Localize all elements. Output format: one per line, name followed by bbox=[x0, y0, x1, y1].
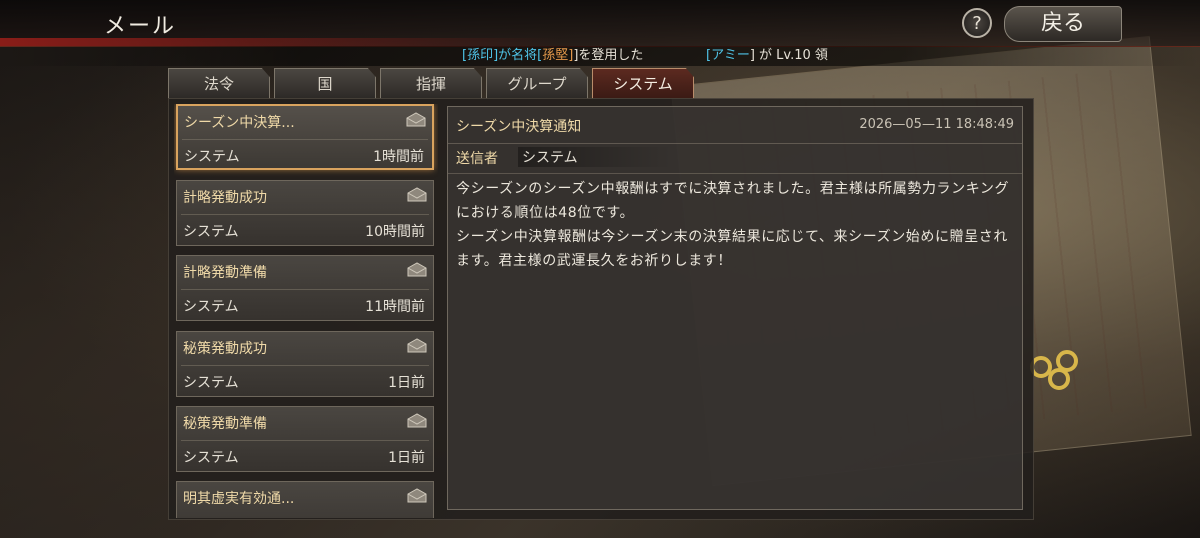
mail-sender: システム bbox=[183, 375, 239, 391]
mail-divider bbox=[181, 365, 429, 366]
mail-detail-date: 2026—05—11 18:48:49 bbox=[859, 117, 1014, 132]
sender-value: システム bbox=[518, 147, 672, 167]
mail-subject: シーズン中決算... bbox=[184, 115, 295, 131]
mail-subject: 明其虚実有効通... bbox=[183, 491, 295, 507]
mail-divider bbox=[181, 440, 429, 441]
mail-sender: システム bbox=[183, 299, 239, 315]
envelope-icon bbox=[407, 413, 427, 428]
tab-system[interactable]: システム bbox=[592, 68, 694, 99]
mail-time: 1日前 bbox=[388, 450, 425, 466]
envelope-icon bbox=[407, 488, 427, 503]
mail-subject: 秘策発動準備 bbox=[183, 416, 267, 432]
mail-time: 1日前 bbox=[388, 375, 425, 391]
tab-command[interactable]: 指揮 bbox=[380, 68, 482, 99]
mail-time: 11時間前 bbox=[365, 299, 425, 315]
page-title: メール bbox=[104, 14, 177, 39]
mail-item-5[interactable]: 秘策発動準備 システム 1日前 bbox=[176, 406, 434, 472]
mail-time: 1時間前 bbox=[373, 149, 424, 165]
sender-label: 送信者 bbox=[456, 151, 498, 167]
mail-subject: 秘策発動成功 bbox=[183, 341, 267, 357]
back-button[interactable]: 戻る bbox=[1004, 6, 1122, 42]
mail-divider bbox=[181, 289, 429, 290]
mail-sender: システム bbox=[183, 224, 239, 240]
mail-sender: システム bbox=[183, 450, 239, 466]
envelope-icon bbox=[407, 338, 427, 353]
news-ticker: [孫印]が名将[孫堅]]を登用した [アミー] が Lv.10 領 bbox=[0, 46, 1200, 66]
mail-detail-header: シーズン中決算通知 2026—05—11 18:48:49 bbox=[448, 107, 1022, 144]
mail-item-4[interactable]: 秘策発動成功 システム 1日前 bbox=[176, 331, 434, 397]
mail-detail-title: シーズン中決算通知 bbox=[456, 119, 582, 135]
mail-body-paragraph-1: 今シーズンのシーズン中報酬はすでに決算されました。君主様は所属勢力ランキングにお… bbox=[456, 181, 1010, 221]
mail-item-3[interactable]: 計略発動準備 システム 11時間前 bbox=[176, 255, 434, 321]
mail-body-paragraph-2: シーズン中決算報酬は今シーズン末の決算結果に応じて、来シーズン始めに贈呈されます… bbox=[456, 229, 1008, 269]
mail-sender: システム bbox=[184, 149, 240, 165]
background-coins bbox=[1030, 350, 1090, 400]
mail-divider bbox=[182, 139, 428, 140]
envelope-icon bbox=[407, 262, 427, 277]
ticker-message-2: [アミー] が Lv.10 領 bbox=[706, 48, 828, 63]
top-bar: メール ? 戻る bbox=[0, 0, 1200, 47]
top-bar-glow bbox=[0, 38, 560, 46]
mail-detail-body: 今シーズンのシーズン中報酬はすでに決算されました。君主様は所属勢力ランキングにお… bbox=[456, 177, 1016, 273]
tab-group[interactable]: グループ bbox=[486, 68, 588, 99]
mail-subject: 計略発動準備 bbox=[183, 265, 267, 281]
ticker-message-1: [孫印]が名将[孫堅]]を登用した bbox=[462, 48, 644, 63]
mail-subject: 計略発動成功 bbox=[183, 190, 267, 206]
mail-list[interactable]: シーズン中決算... システム 1時間前 計略発動成功 システム 10時間前 計… bbox=[174, 104, 438, 518]
mail-divider bbox=[181, 214, 429, 215]
tab-law[interactable]: 法令 bbox=[168, 68, 270, 99]
mail-detail-divider bbox=[448, 173, 1022, 174]
envelope-icon bbox=[406, 112, 426, 127]
help-button[interactable]: ? bbox=[962, 8, 992, 38]
mail-item-1[interactable]: シーズン中決算... システム 1時間前 bbox=[176, 104, 434, 170]
envelope-icon bbox=[407, 187, 427, 202]
tab-country[interactable]: 国 bbox=[274, 68, 376, 99]
mail-detail: シーズン中決算通知 2026—05—11 18:48:49 送信者 システム 今… bbox=[447, 106, 1023, 510]
mail-time: 10時間前 bbox=[365, 224, 425, 240]
mail-item-6[interactable]: 明其虚実有効通... bbox=[176, 481, 434, 518]
mail-item-2[interactable]: 計略発動成功 システム 10時間前 bbox=[176, 180, 434, 246]
